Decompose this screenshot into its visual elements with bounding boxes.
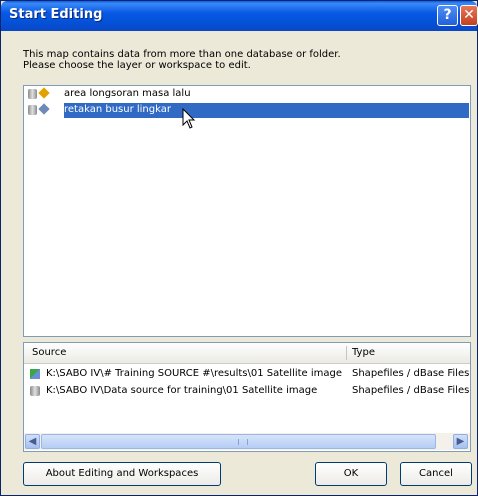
horizontal-scrollbar[interactable]: ◀ ▶ bbox=[24, 433, 470, 450]
start-editing-dialog: Start Editing ? ✕ This map contains data… bbox=[0, 0, 478, 496]
layer-diamond-icon bbox=[38, 103, 50, 115]
source-table[interactable]: Source Type K:\SABO IV\# Training SOURCE… bbox=[23, 342, 471, 452]
layer-diamond-icon bbox=[38, 87, 50, 99]
table-row[interactable]: K:\SABO IV\# Training SOURCE #\results\0… bbox=[24, 366, 470, 382]
column-header-type[interactable]: Type bbox=[352, 343, 375, 363]
scroll-right-button[interactable]: ▶ bbox=[453, 434, 468, 449]
row-source: K:\SABO IV\Data source for training\01 S… bbox=[46, 385, 318, 396]
description-line-2: Please choose the layer or workspace to … bbox=[23, 60, 251, 71]
help-button[interactable]: ? bbox=[437, 5, 458, 26]
description-text: This map contains data from more than on… bbox=[23, 49, 341, 71]
mouse-cursor-icon bbox=[182, 108, 196, 129]
cancel-button[interactable]: Cancel bbox=[400, 462, 472, 486]
scrollbar-thumb[interactable] bbox=[41, 434, 436, 449]
layer-item-area-longsoran[interactable]: area longsoran masa lalu bbox=[24, 86, 470, 102]
grip-icon bbox=[238, 439, 248, 445]
scroll-left-button[interactable]: ◀ bbox=[25, 434, 40, 449]
database-icon bbox=[30, 386, 40, 396]
layer-item-label: retakan busur lingkar bbox=[64, 104, 171, 115]
column-header-source[interactable]: Source bbox=[32, 343, 66, 363]
database-icon bbox=[28, 89, 37, 99]
raster-icon bbox=[30, 369, 40, 379]
title-bar[interactable]: Start Editing ? ✕ bbox=[1, 1, 478, 31]
row-source: K:\SABO IV\# Training SOURCE #\results\0… bbox=[46, 368, 343, 379]
layer-item-retakan[interactable]: retakan busur lingkar bbox=[24, 102, 470, 118]
description-line-1: This map contains data from more than on… bbox=[23, 49, 341, 60]
layer-list[interactable]: area longsoran masa lalu retakan busur l… bbox=[23, 85, 471, 337]
column-separator[interactable] bbox=[346, 346, 347, 360]
window-title: Start Editing bbox=[9, 7, 103, 22]
help-icon: ? bbox=[443, 7, 452, 23]
close-icon: ✕ bbox=[463, 7, 475, 23]
chevron-left-icon: ◀ bbox=[28, 436, 37, 447]
close-button[interactable]: ✕ bbox=[460, 5, 478, 26]
database-icon bbox=[28, 105, 37, 115]
ok-button[interactable]: OK bbox=[315, 462, 387, 486]
row-type: Shapefiles / dBase Files bbox=[352, 385, 470, 396]
table-header: Source Type bbox=[24, 343, 470, 364]
layer-item-label: area longsoran masa lalu bbox=[64, 88, 191, 99]
table-row[interactable]: K:\SABO IV\Data source for training\01 S… bbox=[24, 383, 470, 399]
chevron-right-icon: ▶ bbox=[456, 436, 465, 447]
about-editing-button[interactable]: About Editing and Workspaces bbox=[23, 462, 221, 486]
row-type: Shapefiles / dBase Files bbox=[352, 368, 470, 379]
